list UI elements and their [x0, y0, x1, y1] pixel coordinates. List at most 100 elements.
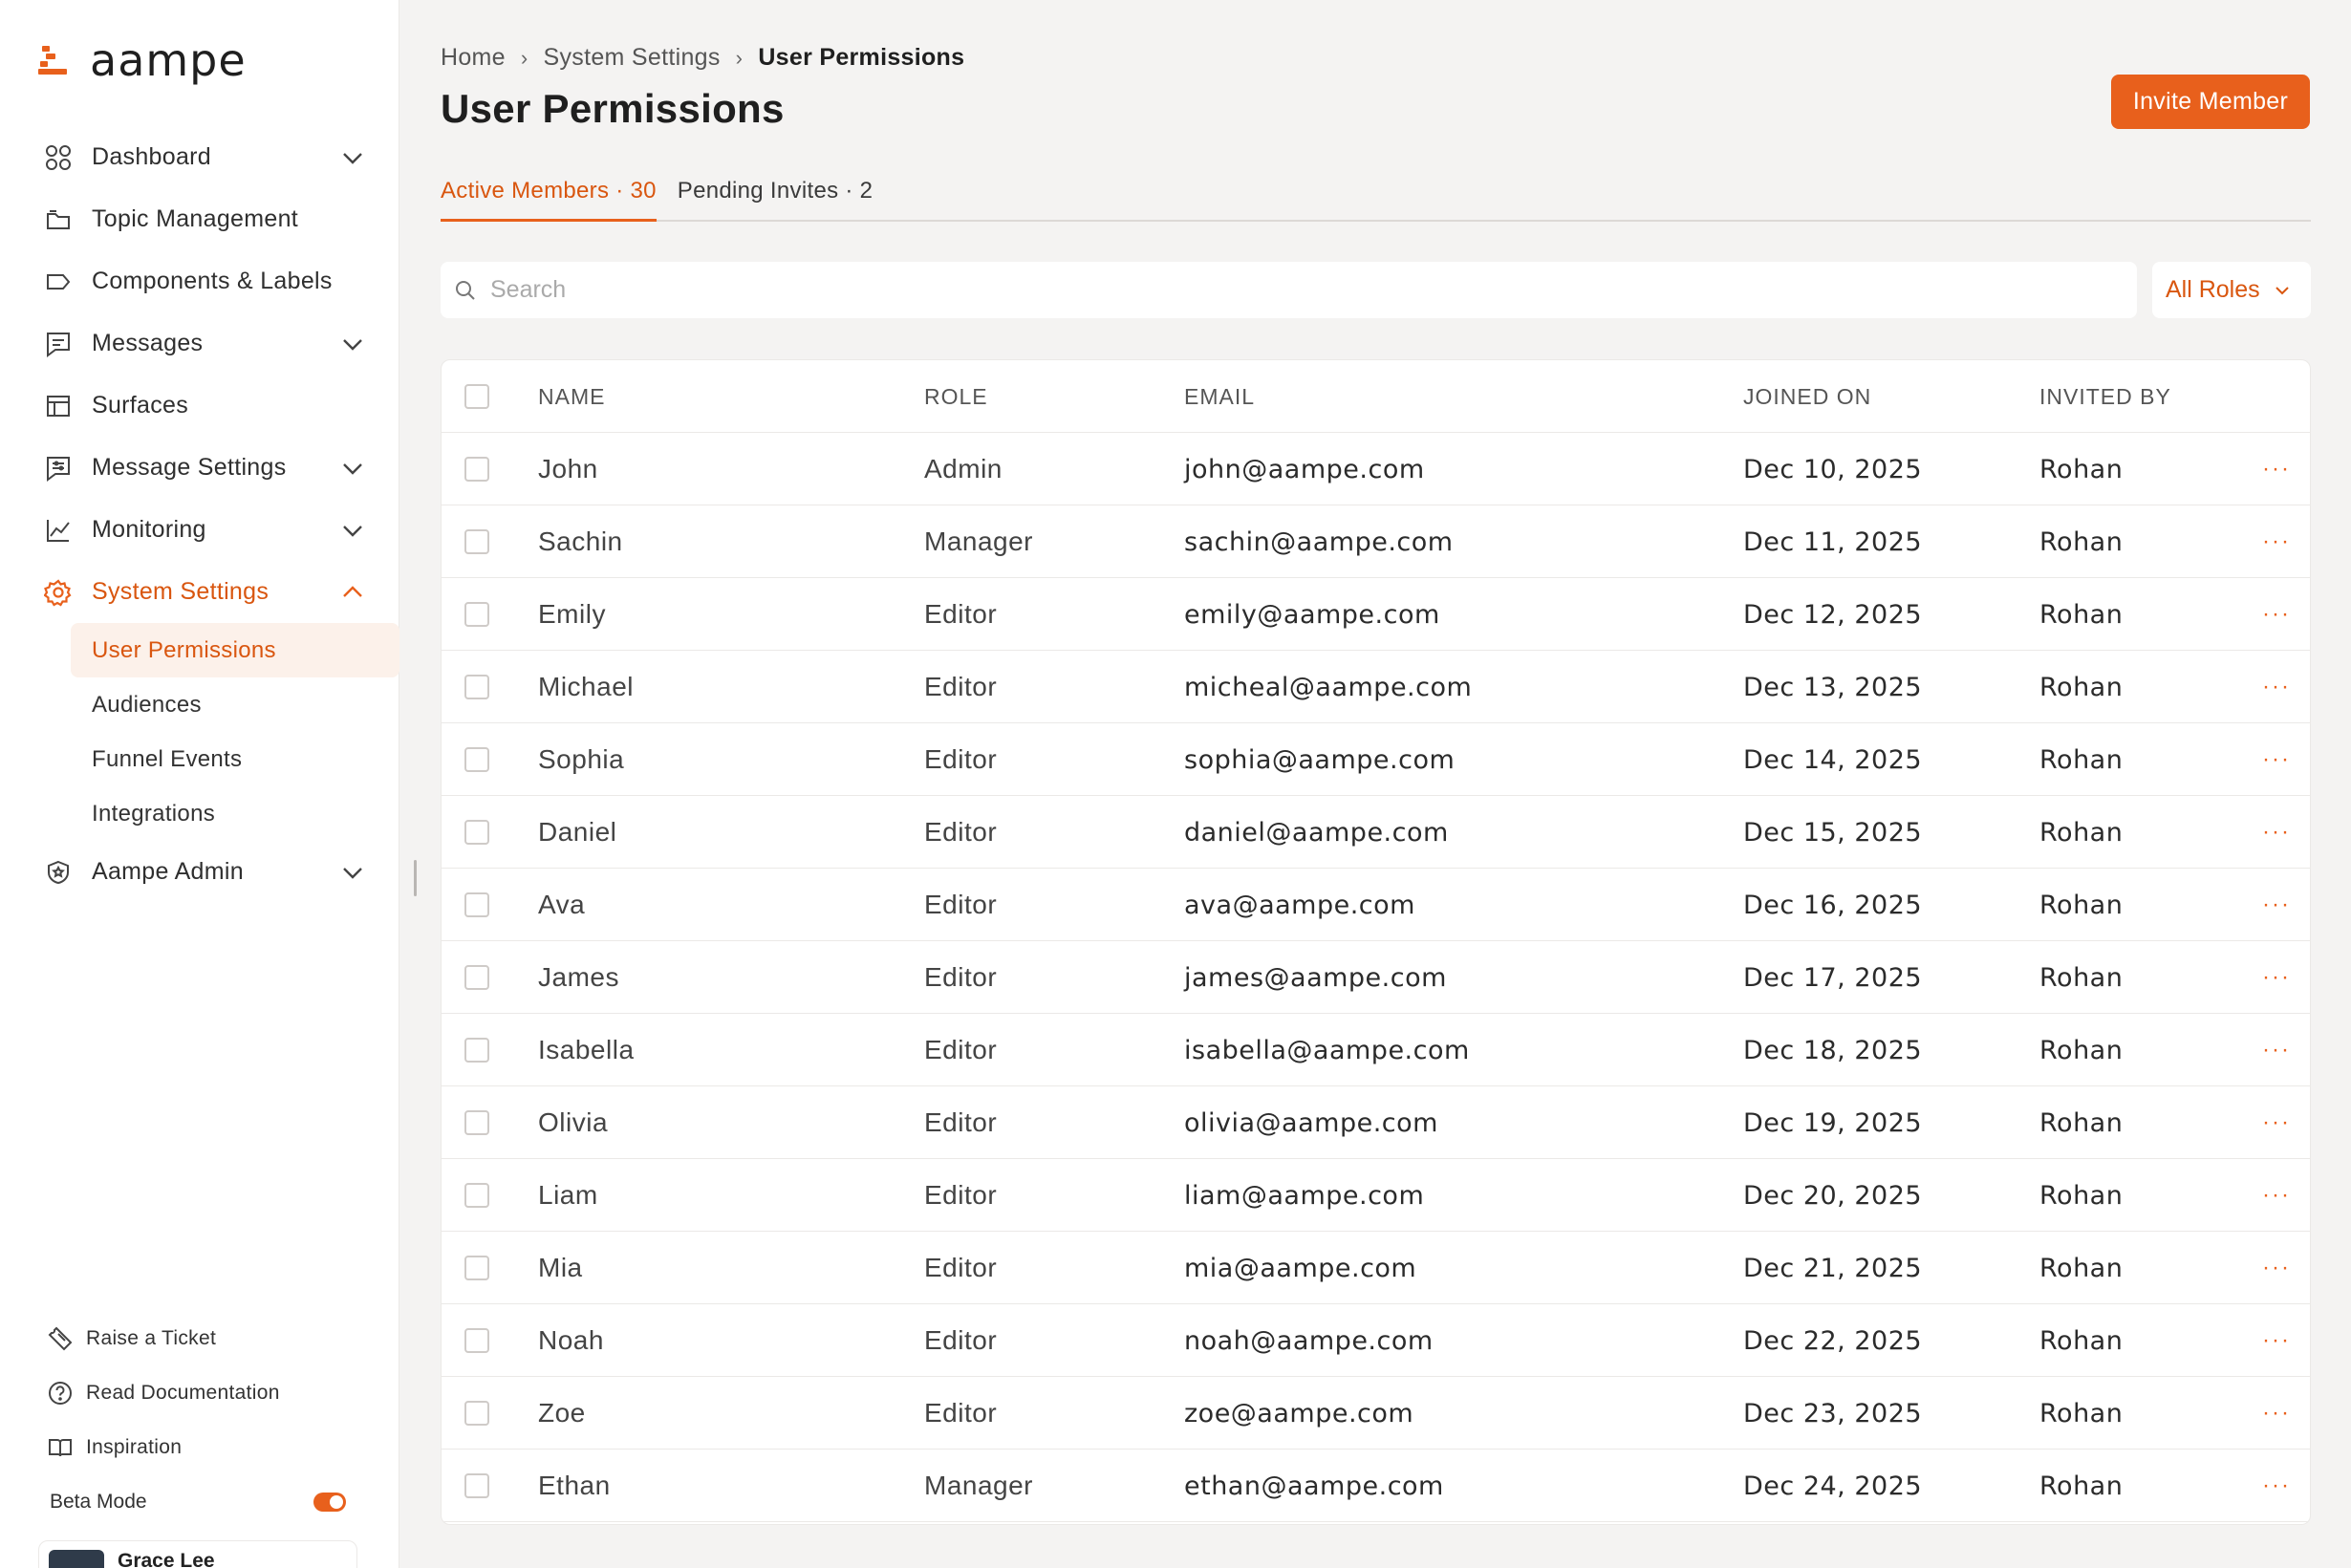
- table-row[interactable]: John Admin john@aampe.com Dec 10, 2025 Rohan…: [442, 433, 2310, 505]
- read-documentation-link[interactable]: Read Documentation: [46, 1365, 361, 1420]
- sidebar-item-label: Message Settings: [92, 454, 287, 481]
- table-row[interactable]: Michael Editor micheal@aampe.com Dec 13, 20…: [442, 651, 2310, 723]
- table-row[interactable]: Sachin Manager sachin@aampe.com Dec 11, 202…: [442, 505, 2310, 578]
- member-role: Editor: [924, 890, 998, 919]
- sidebar-subitem-user-permissions[interactable]: User Permissions: [71, 623, 399, 677]
- more-options-icon[interactable]: ···: [2257, 651, 2296, 723]
- row-checkbox[interactable]: [464, 1232, 489, 1304]
- more-options-icon[interactable]: ···: [2257, 1086, 2296, 1159]
- table-row[interactable]: Sophia Editor sophia@aampe.com Dec 14, 2025…: [442, 723, 2310, 796]
- sidebar-subitem-audiences[interactable]: Audiences: [71, 677, 399, 732]
- chevron-right-icon: ›: [735, 45, 744, 70]
- more-options-icon[interactable]: ···: [2257, 433, 2296, 505]
- table-row[interactable]: Mia Editor mia@aampe.com Dec 21, 2025 Rohan ·…: [442, 1232, 2310, 1304]
- more-options-icon[interactable]: ···: [2257, 869, 2296, 941]
- more-options-icon[interactable]: ···: [2257, 1450, 2296, 1522]
- sidebar-item-topic-management[interactable]: Topic Management: [27, 188, 399, 250]
- table-row[interactable]: Daniel Editor daniel@aampe.com Dec 15, 2025…: [442, 796, 2310, 869]
- more-options-icon[interactable]: ···: [2257, 941, 2296, 1014]
- row-checkbox[interactable]: [464, 433, 489, 505]
- column-header-role[interactable]: ROLE: [924, 360, 988, 433]
- member-role: Editor: [924, 1035, 998, 1064]
- chevron-down-icon[interactable]: [340, 518, 365, 543]
- chevron-down-icon[interactable]: [340, 456, 365, 481]
- shield-icon: [44, 858, 73, 887]
- breadcrumb-home[interactable]: Home: [441, 44, 506, 72]
- member-email: john@aampe.com: [1184, 454, 1425, 484]
- table-row[interactable]: Olivia Editor olivia@aampe.com Dec 19, 2025…: [442, 1086, 2310, 1159]
- inspiration-link[interactable]: Inspiration: [46, 1420, 361, 1474]
- row-checkbox[interactable]: [464, 796, 489, 869]
- more-options-icon[interactable]: ···: [2257, 796, 2296, 869]
- role-filter-dropdown[interactable]: All Roles: [2152, 262, 2311, 318]
- chevron-down-icon[interactable]: [340, 332, 365, 356]
- invite-member-button[interactable]: Invite Member: [2111, 75, 2310, 129]
- member-joined-on: Dec 18, 2025: [1743, 1035, 1923, 1065]
- more-options-icon[interactable]: ···: [2257, 1232, 2296, 1304]
- sidebar-item-monitoring[interactable]: Monitoring: [27, 499, 399, 561]
- member-name: Sophia: [538, 744, 625, 774]
- sidebar-item-system-settings[interactable]: System Settings: [27, 561, 399, 623]
- row-checkbox[interactable]: [464, 651, 489, 723]
- select-all-checkbox[interactable]: [464, 360, 489, 433]
- more-options-icon[interactable]: ···: [2257, 505, 2296, 578]
- member-role: Editor: [924, 962, 998, 992]
- row-checkbox[interactable]: [464, 578, 489, 651]
- more-options-icon[interactable]: ···: [2257, 1304, 2296, 1377]
- column-header-email[interactable]: EMAIL: [1184, 360, 1255, 433]
- row-checkbox[interactable]: [464, 1377, 489, 1450]
- beta-mode-toggle[interactable]: [313, 1492, 346, 1512]
- more-options-icon[interactable]: ···: [2257, 1014, 2296, 1086]
- row-checkbox[interactable]: [464, 1086, 489, 1159]
- row-checkbox[interactable]: [464, 1450, 489, 1522]
- column-header-name[interactable]: NAME: [538, 360, 605, 433]
- app-logo[interactable]: aampe: [38, 34, 247, 86]
- tab-active-members[interactable]: Active Members · 30: [441, 178, 657, 222]
- member-name: Ava: [538, 890, 586, 919]
- column-header-invited-by[interactable]: INVITED BY: [2039, 360, 2171, 433]
- row-checkbox[interactable]: [464, 1304, 489, 1377]
- table-row[interactable]: Emily Editor emily@aampe.com Dec 12, 2025 Ro…: [442, 578, 2310, 651]
- sidebar-item-surfaces[interactable]: Surfaces: [27, 375, 399, 437]
- row-checkbox[interactable]: [464, 505, 489, 578]
- sidebar-subitem-integrations[interactable]: Integrations: [71, 786, 399, 841]
- member-name: Zoe: [538, 1398, 586, 1428]
- table-row[interactable]: Noah Editor noah@aampe.com Dec 22, 2025 Roha…: [442, 1304, 2310, 1377]
- more-options-icon[interactable]: ···: [2257, 723, 2296, 796]
- row-checkbox[interactable]: [464, 1159, 489, 1232]
- user-profile-card[interactable]: Grace Lee: [38, 1540, 357, 1568]
- raise-ticket-link[interactable]: Raise a Ticket: [46, 1311, 361, 1365]
- sidebar-item-messages[interactable]: Messages: [27, 312, 399, 375]
- sidebar-item-message-settings[interactable]: Message Settings: [27, 437, 399, 499]
- chevron-down-icon[interactable]: [340, 145, 365, 170]
- row-checkbox[interactable]: [464, 723, 489, 796]
- table-row[interactable]: Liam Editor liam@aampe.com Dec 20, 2025 Roha…: [442, 1159, 2310, 1232]
- row-checkbox[interactable]: [464, 941, 489, 1014]
- table-row[interactable]: Zoe Editor zoe@aampe.com Dec 23, 2025 Rohan ·…: [442, 1377, 2310, 1450]
- member-invited-by: Rohan: [2039, 1253, 2124, 1283]
- sidebar-item-dashboard[interactable]: Dashboard: [27, 126, 399, 188]
- member-joined-on: Dec 23, 2025: [1743, 1398, 1923, 1428]
- more-options-icon[interactable]: ···: [2257, 1159, 2296, 1232]
- row-checkbox[interactable]: [464, 1014, 489, 1086]
- sidebar-item-aampe-admin[interactable]: Aampe Admin: [27, 841, 399, 903]
- sidebar-item-components-labels[interactable]: Components & Labels: [27, 250, 399, 312]
- table-row[interactable]: James Editor james@aampe.com Dec 17, 2025 Ro…: [442, 941, 2310, 1014]
- beta-mode-label: Beta Mode: [50, 1490, 147, 1513]
- message-settings-icon: [44, 454, 73, 483]
- table-row[interactable]: Ethan Manager ethan@aampe.com Dec 24, 2025 R…: [442, 1450, 2310, 1522]
- sidebar-resize-handle[interactable]: [414, 860, 417, 896]
- row-checkbox[interactable]: [464, 869, 489, 941]
- chevron-down-icon[interactable]: [340, 860, 365, 885]
- beta-mode-row: Beta Mode: [46, 1474, 361, 1529]
- more-options-icon[interactable]: ···: [2257, 1377, 2296, 1450]
- table-row[interactable]: Ava Editor ava@aampe.com Dec 16, 2025 Rohan ·…: [442, 869, 2310, 941]
- search-input[interactable]: [490, 276, 2019, 304]
- chevron-up-icon[interactable]: [340, 580, 365, 605]
- table-row[interactable]: Isabella Editor isabella@aampe.com Dec 18, …: [442, 1014, 2310, 1086]
- tab-pending-invites[interactable]: Pending Invites · 2: [678, 178, 874, 220]
- column-header-joined-on[interactable]: JOINED ON: [1743, 360, 1871, 433]
- sidebar-subitem-funnel-events[interactable]: Funnel Events: [71, 732, 399, 786]
- more-options-icon[interactable]: ···: [2257, 578, 2296, 651]
- breadcrumb-system-settings[interactable]: System Settings: [544, 44, 721, 72]
